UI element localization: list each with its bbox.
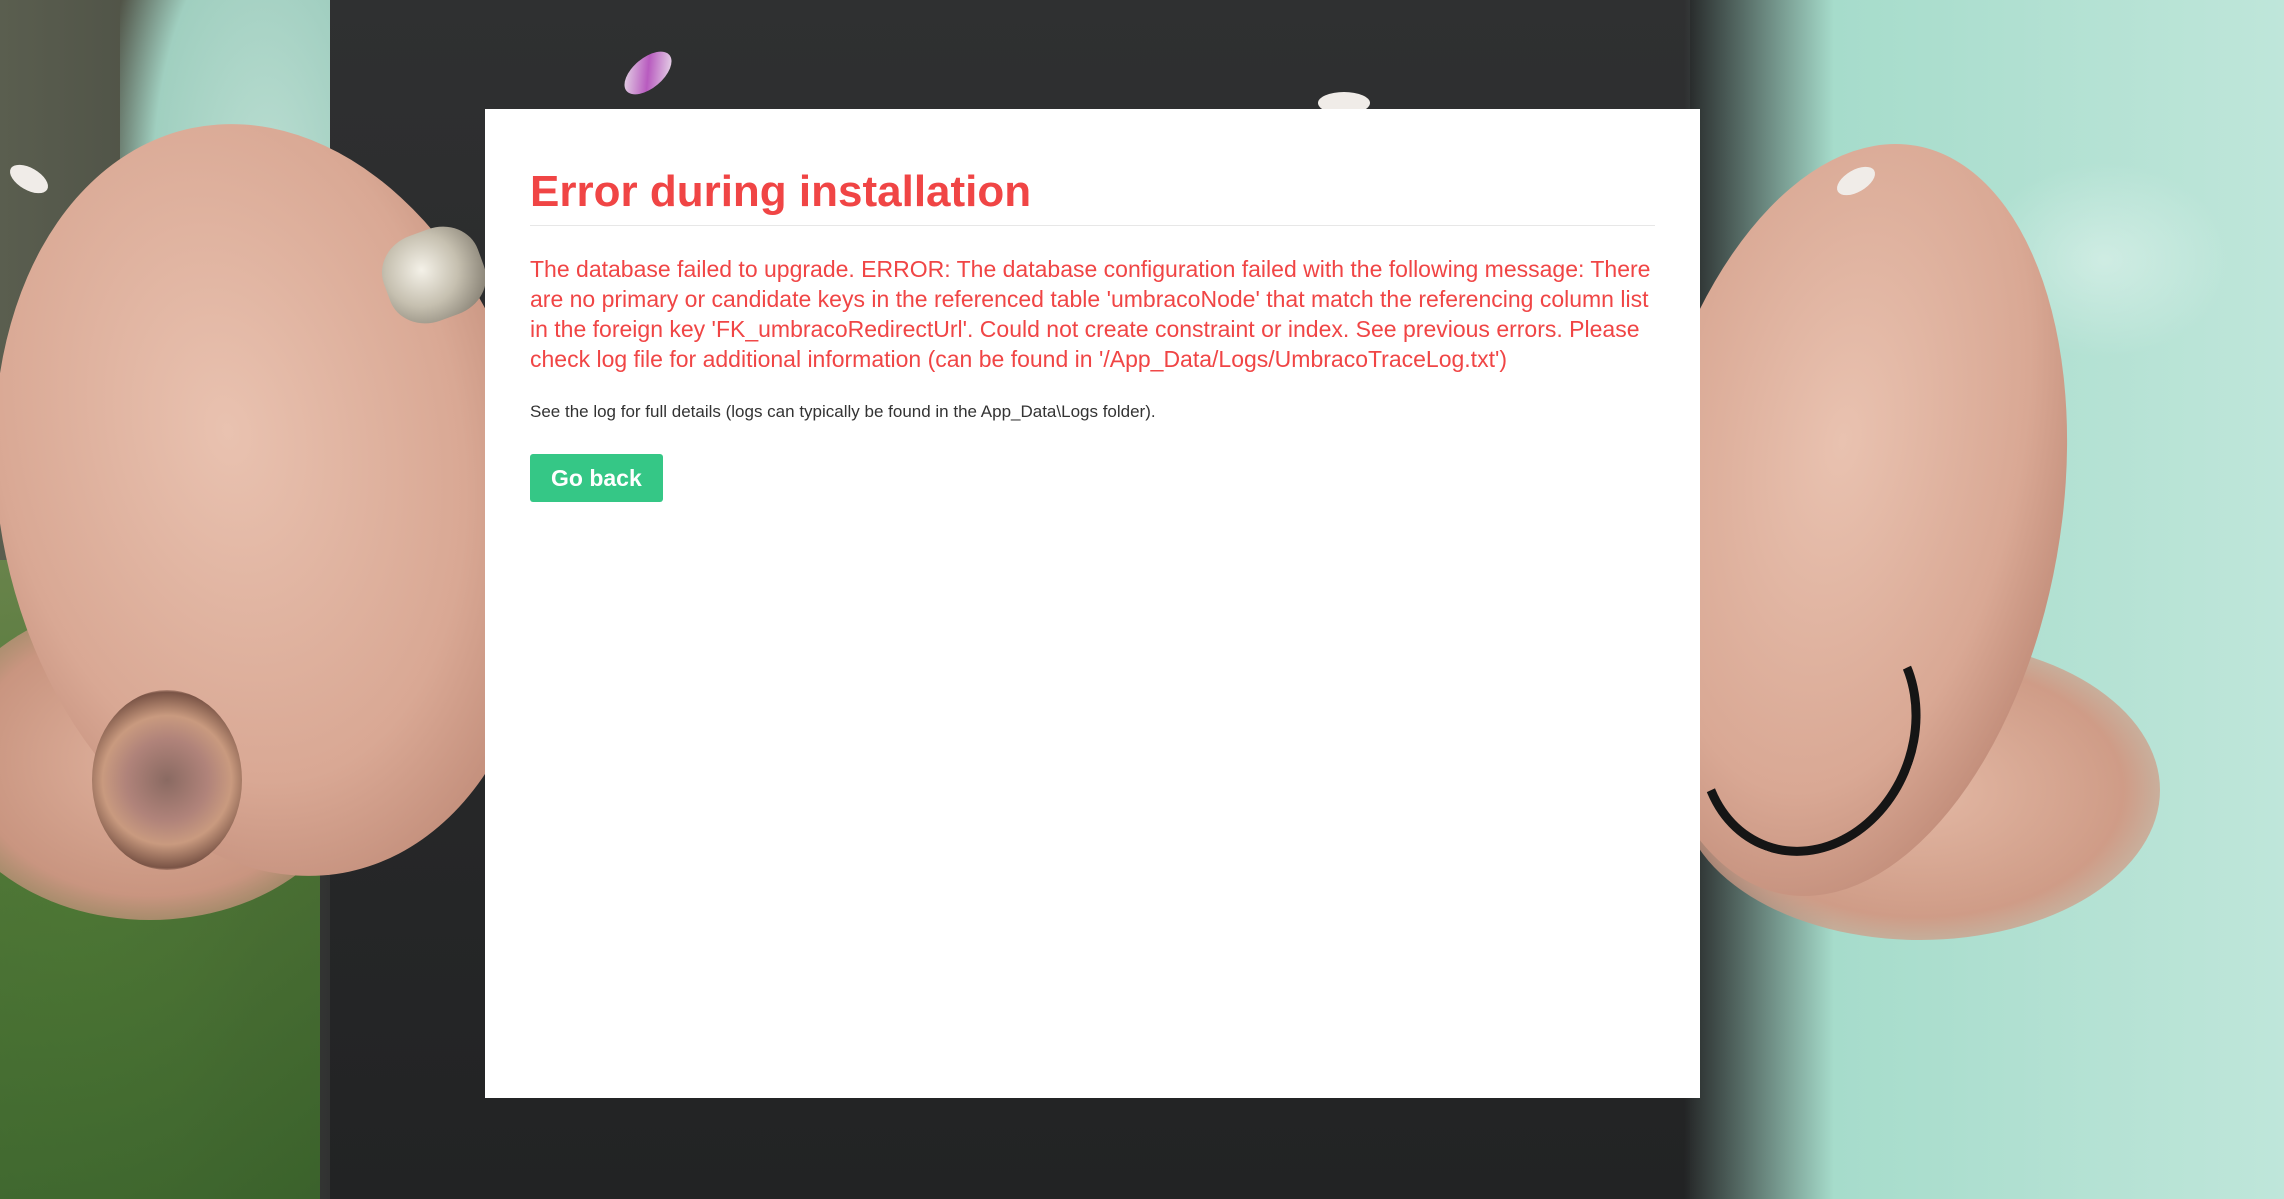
go-back-button[interactable]: Go back: [530, 454, 663, 502]
dialog-title: Error during installation: [530, 165, 1655, 226]
error-dialog: Error during installation The database f…: [485, 109, 1700, 1098]
background-nail: [5, 158, 53, 200]
error-message: The database failed to upgrade. ERROR: T…: [530, 256, 1651, 372]
background-watch: [92, 690, 242, 870]
log-hint-text: See the log for full details (logs can t…: [530, 402, 1156, 421]
